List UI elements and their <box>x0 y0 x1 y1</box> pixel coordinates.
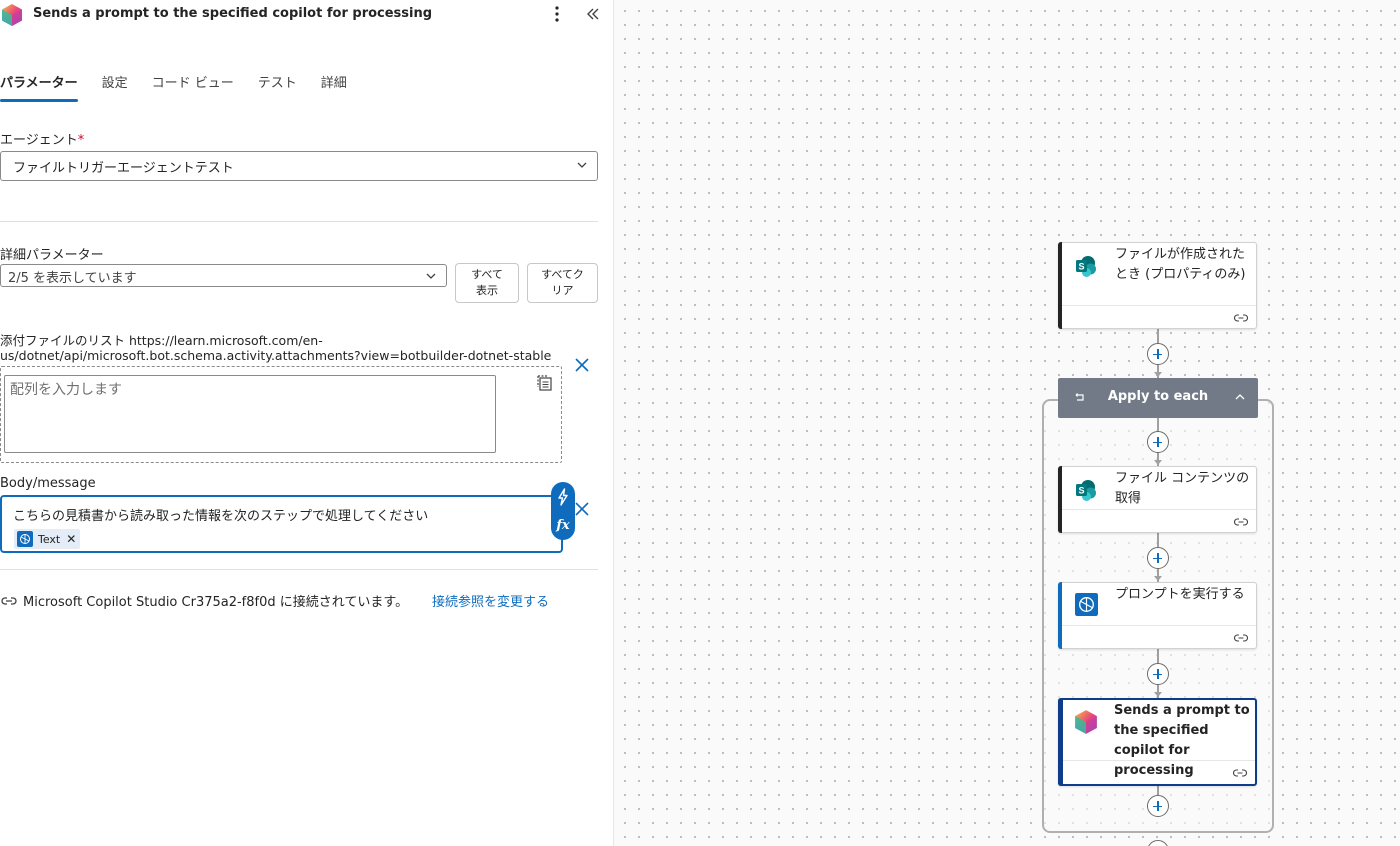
action-details-panel: Sends a prompt to the specified copilot … <box>0 0 614 846</box>
apply-to-each-header[interactable]: Apply to each <box>1058 378 1258 418</box>
expression-button[interactable]: fx <box>551 514 575 538</box>
switch-to-detail-input-icon[interactable] <box>536 374 554 392</box>
svg-text:S: S <box>1078 262 1084 272</box>
required-mark: * <box>77 133 85 148</box>
trigger-card[interactable]: S ファイルが作成されたとき (プロパティのみ) <box>1058 242 1257 329</box>
chevron-down-icon <box>577 162 587 168</box>
trigger-card-title: ファイルが作成されたとき (プロパティのみ) <box>1115 247 1246 282</box>
link-icon <box>1234 634 1248 642</box>
apply-to-each-title: Apply to each <box>1107 389 1209 404</box>
tab-code-view[interactable]: コード ビュー <box>152 70 234 102</box>
agent-label-text: エージェント <box>0 133 78 148</box>
chevron-up-icon[interactable] <box>1234 391 1246 403</box>
copilot-action-card[interactable]: Sends a prompt to the specified copilot … <box>1058 698 1257 786</box>
copilot-action-title: Sends a prompt to the specified copilot … <box>1114 703 1250 778</box>
sharepoint-icon: S <box>1076 256 1096 277</box>
connection-text: Microsoft Copilot Studio Cr375a2-f8f0d に… <box>23 595 409 610</box>
card-footer-divider <box>1062 305 1256 306</box>
text-token-label: Text <box>38 532 61 546</box>
tab-settings[interactable]: 設定 <box>102 70 128 102</box>
connector-arrow <box>1154 576 1162 581</box>
run-prompt-card[interactable]: プロンプトを実行する <box>1058 582 1257 649</box>
body-message-input[interactable]: こちらの見積書から読み取った情報を次のステップで処理してください Text ✕ <box>0 495 563 553</box>
link-icon <box>1233 769 1247 777</box>
card-footer-divider <box>1063 760 1255 761</box>
agent-select[interactable]: ファイルトリガーエージェントテスト <box>0 151 598 181</box>
card-footer-divider <box>1062 509 1256 510</box>
tab-test[interactable]: テスト <box>258 70 297 102</box>
more-options-button[interactable] <box>549 3 565 25</box>
clear-all-button[interactable]: すべてク リア <box>527 263 598 303</box>
link-icon <box>1234 518 1248 526</box>
section-divider <box>0 221 598 222</box>
more-vertical-icon <box>555 6 559 22</box>
copilot-studio-icon <box>1075 710 1097 734</box>
ai-builder-icon <box>1075 593 1098 616</box>
chevron-down-icon <box>426 273 436 279</box>
body-message-label: Body/message <box>0 476 96 491</box>
change-connection-link[interactable]: 接続参照を変更する <box>432 591 549 610</box>
collapse-panel-button[interactable] <box>584 3 602 25</box>
add-action-button[interactable] <box>1147 840 1169 846</box>
tab-details[interactable]: 詳細 <box>321 70 347 102</box>
card-accent-bar <box>1058 242 1062 329</box>
clear-all-line2: リア <box>551 284 574 297</box>
flow-designer-canvas[interactable]: S ファイルが作成されたとき (プロパティのみ) Apply to each S… <box>614 0 1400 846</box>
panel-title: Sends a prompt to the specified copilot … <box>33 6 433 21</box>
link-icon <box>1 596 17 605</box>
advanced-params-value: 2/5 を表示しています <box>8 271 137 286</box>
ai-builder-icon <box>17 531 33 547</box>
connection-status: Microsoft Copilot Studio Cr375a2-f8f0d に… <box>0 591 408 610</box>
attachments-label-line1: 添付ファイルのリスト https://learn.microsoft.com/e… <box>0 333 323 348</box>
connector-arrow <box>1154 692 1162 697</box>
agent-select-value: ファイルトリガーエージェントテスト <box>13 161 234 176</box>
attachments-array-input[interactable]: 配列を入力します <box>4 375 496 453</box>
connector-arrow <box>1154 460 1162 465</box>
clear-all-line1: すべてク <box>541 268 584 281</box>
add-action-button[interactable] <box>1147 343 1169 365</box>
connector-arrow <box>1154 372 1162 377</box>
attachments-placeholder: 配列を入力します <box>10 382 122 398</box>
remove-attachments-icon[interactable] <box>573 356 591 374</box>
add-action-button[interactable] <box>1147 431 1169 453</box>
card-accent-bar <box>1058 582 1062 649</box>
dynamic-content-button[interactable] <box>551 485 575 509</box>
tab-bar: パラメーター 設定 コード ビュー テスト 詳細 <box>0 70 371 104</box>
double-chevron-left-icon <box>587 8 599 20</box>
advanced-params-select[interactable]: 2/5 を表示しています <box>0 264 447 287</box>
attachments-label-line2: us/dotnet/api/microsoft.bot.schema.activ… <box>0 348 552 363</box>
show-all-button[interactable]: すべて 表示 <box>455 263 519 303</box>
get-file-content-title: ファイル コンテンツの取得 <box>1115 471 1250 506</box>
remove-token-icon[interactable]: ✕ <box>66 532 76 546</box>
section-divider-2 <box>0 569 598 570</box>
copilot-studio-icon <box>2 4 22 26</box>
connector-line <box>1157 785 1159 795</box>
card-footer-divider <box>1062 625 1256 626</box>
body-message-text: こちらの見積書から読み取った情報を次のステップで処理してください <box>13 509 429 524</box>
svg-text:S: S <box>1078 486 1084 496</box>
card-accent-bar <box>1058 466 1062 533</box>
run-prompt-title: プロンプトを実行する <box>1115 587 1245 602</box>
get-file-content-card[interactable]: S ファイル コンテンツの取得 <box>1058 466 1257 533</box>
agent-label: エージェント* <box>0 129 84 148</box>
dynamic-content-pill: fx <box>551 482 575 540</box>
add-action-button[interactable] <box>1147 663 1169 685</box>
show-all-line2: 表示 <box>476 284 498 297</box>
lightning-icon <box>558 488 568 506</box>
text-token[interactable]: Text ✕ <box>14 529 81 549</box>
show-all-line1: すべて <box>471 268 503 281</box>
sharepoint-icon: S <box>1076 480 1096 501</box>
add-action-button[interactable] <box>1147 547 1169 569</box>
add-action-button[interactable] <box>1147 795 1169 817</box>
tab-parameters[interactable]: パラメーター <box>0 70 78 102</box>
remove-body-icon[interactable] <box>573 500 591 518</box>
advanced-params-label: 詳細パラメーター <box>0 248 104 263</box>
card-accent-bar <box>1058 698 1063 786</box>
link-icon <box>1234 314 1248 322</box>
